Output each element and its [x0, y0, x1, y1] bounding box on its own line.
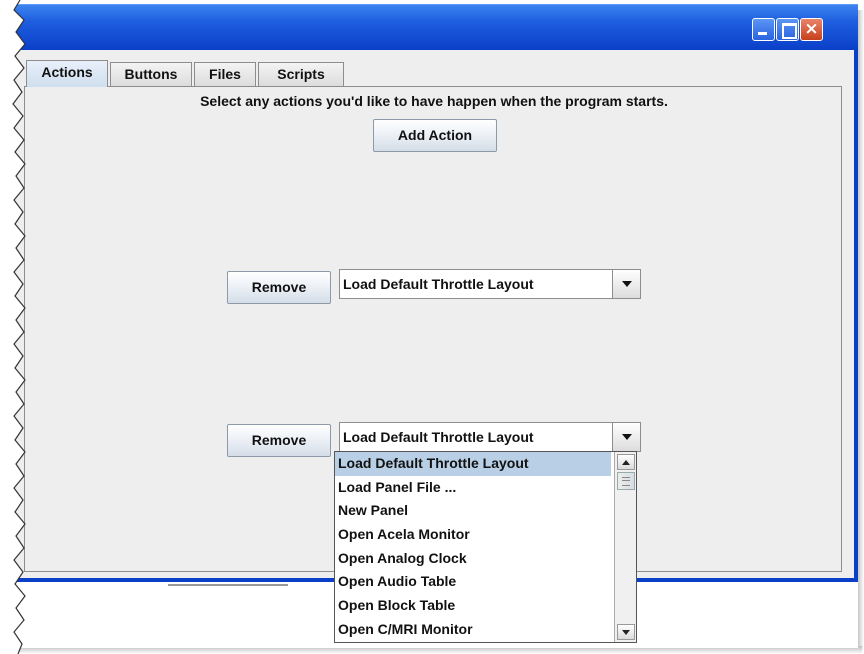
dropdown-option[interactable]: Open Block Table [335, 594, 611, 618]
action-select-1-value: Load Default Throttle Layout [343, 276, 534, 292]
window-edge-line [168, 584, 288, 586]
tab-scripts[interactable]: Scripts [258, 62, 344, 86]
dropdown-option[interactable]: Load Panel File ... [335, 476, 611, 500]
scroll-thumb[interactable] [617, 472, 635, 490]
dropdown-option[interactable]: Open Acela Monitor [335, 523, 611, 547]
remove-button-2[interactable]: Remove [227, 424, 331, 457]
add-action-button[interactable]: Add Action [373, 119, 497, 152]
actions-intro-text: Select any actions you'd like to have ha… [200, 93, 668, 109]
title-bar[interactable]: × [8, 4, 858, 50]
dropdown-option[interactable]: Open C/MRI Monitor [335, 618, 611, 642]
close-glyph: × [804, 19, 819, 39]
dropdown-option[interactable]: Open Audio Table [335, 570, 611, 594]
dropdown-option[interactable]: Open Analog Clock [335, 547, 611, 571]
action-dropdown-list[interactable]: Load Default Throttle Layout Load Panel … [334, 451, 637, 643]
action-select-2[interactable]: Load Default Throttle Layout [339, 422, 641, 452]
tab-buttons[interactable]: Buttons [110, 62, 192, 86]
window-shadow-right [857, 10, 864, 650]
minimize-icon[interactable] [752, 18, 775, 41]
maximize-icon[interactable] [776, 18, 799, 41]
tab-files[interactable]: Files [194, 62, 256, 86]
dropdown-option[interactable]: New Panel [335, 499, 611, 523]
chevron-down-icon[interactable] [612, 270, 640, 298]
remove-button-1[interactable]: Remove [227, 271, 331, 304]
chevron-down-icon[interactable] [612, 423, 640, 451]
dropdown-items: Load Default Throttle Layout Load Panel … [335, 452, 611, 642]
dropdown-scrollbar[interactable] [614, 452, 636, 642]
scroll-down-icon[interactable] [617, 624, 635, 640]
action-select-1[interactable]: Load Default Throttle Layout [339, 269, 641, 299]
scroll-up-icon[interactable] [617, 454, 635, 470]
close-icon[interactable]: × [800, 18, 823, 41]
dropdown-option[interactable]: Load Default Throttle Layout [335, 452, 611, 476]
tab-actions[interactable]: Actions [26, 60, 108, 87]
action-select-2-value: Load Default Throttle Layout [343, 429, 534, 445]
